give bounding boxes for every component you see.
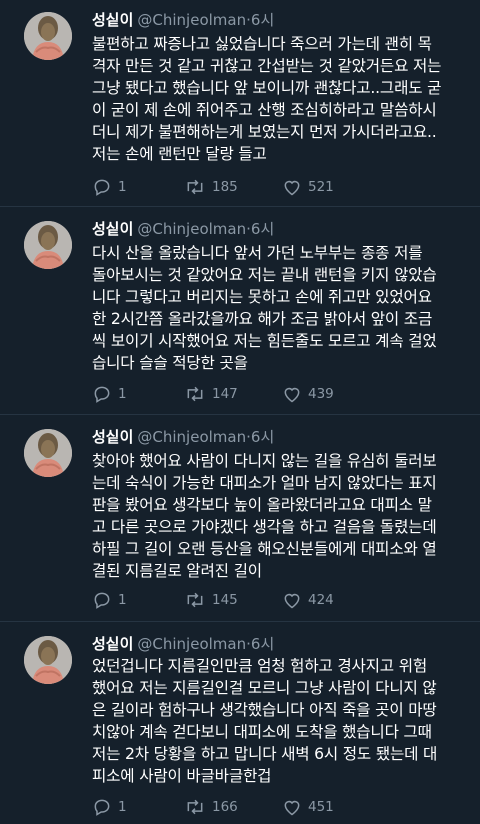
retweet-button[interactable]: 185 xyxy=(184,176,238,198)
reply-button[interactable]: 1 xyxy=(92,796,127,818)
heart-icon xyxy=(284,387,300,403)
tweet[interactable]: 성싵이 @Chinjeolman·6시 불편하고 짜증나고 싫었습니다 죽으러 가… xyxy=(0,0,480,205)
tweet-header: 성싵이 @Chinjeolman·6시 xyxy=(92,427,274,447)
display-name[interactable]: 성싵이 xyxy=(92,11,133,29)
avatar[interactable] xyxy=(24,429,72,477)
tweet-actions: 1 185 521 xyxy=(92,176,472,198)
tweet-text: 다시 산을 올랐습니다 앞서 가던 노부부는 종종 저를 돌아보시는 것 같았어… xyxy=(92,244,437,372)
retweet-button[interactable]: 147 xyxy=(184,383,238,405)
tweet-text: 찾아야 했어요 사람이 다니지 않는 길을 유심히 둘러보 는데 숙식이 가능한… xyxy=(92,452,437,580)
reply-icon xyxy=(94,179,110,196)
like-button[interactable]: 451 xyxy=(282,796,334,818)
user-handle[interactable]: @Chinjeolman xyxy=(137,11,246,29)
reply-button[interactable]: 1 xyxy=(92,589,127,611)
tweet-actions: 1 166 451 xyxy=(92,796,472,818)
heart-icon xyxy=(284,180,300,196)
tweet-actions: 1 147 439 xyxy=(92,383,472,405)
like-button[interactable]: 521 xyxy=(282,176,334,198)
tweet-actions: 1 145 424 xyxy=(92,589,472,611)
like-count: 439 xyxy=(308,386,334,402)
reply-button[interactable]: 1 xyxy=(92,383,127,405)
user-handle[interactable]: @Chinjeolman xyxy=(137,428,246,446)
user-handle[interactable]: @Chinjeolman xyxy=(137,635,246,653)
like-button[interactable]: 439 xyxy=(282,383,334,405)
retweet-button[interactable]: 145 xyxy=(184,589,238,611)
display-name[interactable]: 성싵이 xyxy=(92,635,133,653)
tweet-text: 불편하고 짜증나고 싫었습니다 죽으러 가는데 괜히 목 격자 만든 것 같고 … xyxy=(92,35,442,163)
display-name[interactable]: 성싵이 xyxy=(92,428,133,446)
statue-avatar-image xyxy=(24,12,72,60)
like-button[interactable]: 424 xyxy=(282,589,334,611)
retweet-icon xyxy=(187,179,203,195)
avatar[interactable] xyxy=(24,221,72,269)
reply-icon xyxy=(94,386,110,403)
tweet-feed: 성싵이 @Chinjeolman·6시 불편하고 짜증나고 싫었습니다 죽으러 가… xyxy=(0,0,480,824)
reply-icon xyxy=(94,592,110,609)
reply-button[interactable]: 1 xyxy=(92,176,127,198)
display-name[interactable]: 성싵이 xyxy=(92,220,133,238)
statue-avatar-image xyxy=(24,636,72,684)
tweet-header: 성싵이 @Chinjeolman·6시 xyxy=(92,219,274,239)
avatar[interactable] xyxy=(24,12,72,60)
retweet-icon xyxy=(187,799,203,815)
reply-count: 1 xyxy=(118,592,127,608)
tweet[interactable]: 성싵이 @Chinjeolman·6시 다시 산을 올랐습니다 앞서 가던 노부부… xyxy=(0,207,480,413)
like-count: 424 xyxy=(308,592,334,608)
reply-count: 1 xyxy=(118,179,127,195)
tweet[interactable]: 성싵이 @Chinjeolman·6시 찾아야 했어요 사람이 다니지 않는 길을… xyxy=(0,415,480,621)
heart-icon xyxy=(284,593,300,609)
retweet-button[interactable]: 166 xyxy=(184,796,238,818)
reply-count: 1 xyxy=(118,386,127,402)
retweet-count: 145 xyxy=(212,592,238,608)
tweet-header: 성싵이 @Chinjeolman·6시 xyxy=(92,634,274,654)
like-count: 451 xyxy=(308,799,334,815)
statue-avatar-image xyxy=(24,429,72,477)
tweet[interactable]: 성싵이 @Chinjeolman·6시 었던겁니다 지름길인만큼 엄청 험하고 경… xyxy=(0,622,480,824)
reply-icon xyxy=(94,799,110,816)
retweet-count: 147 xyxy=(212,386,238,402)
timestamp[interactable]: 6시 xyxy=(251,428,274,446)
timestamp[interactable]: 6시 xyxy=(251,635,274,653)
statue-avatar-image xyxy=(24,221,72,269)
tweet-header: 성싵이 @Chinjeolman·6시 xyxy=(92,10,274,30)
heart-icon xyxy=(284,800,300,816)
retweet-icon xyxy=(187,386,203,402)
retweet-icon xyxy=(187,592,203,608)
avatar[interactable] xyxy=(24,636,72,684)
user-handle[interactable]: @Chinjeolman xyxy=(137,220,246,238)
tweet-text: 었던겁니다 지름길인만큼 엄청 험하고 경사지고 위험 했어요 저는 지름길인걸… xyxy=(92,657,438,785)
timestamp[interactable]: 6시 xyxy=(251,11,274,29)
retweet-count: 166 xyxy=(212,799,238,815)
timestamp[interactable]: 6시 xyxy=(251,220,274,238)
reply-count: 1 xyxy=(118,799,127,815)
retweet-count: 185 xyxy=(212,179,238,195)
like-count: 521 xyxy=(308,179,334,195)
